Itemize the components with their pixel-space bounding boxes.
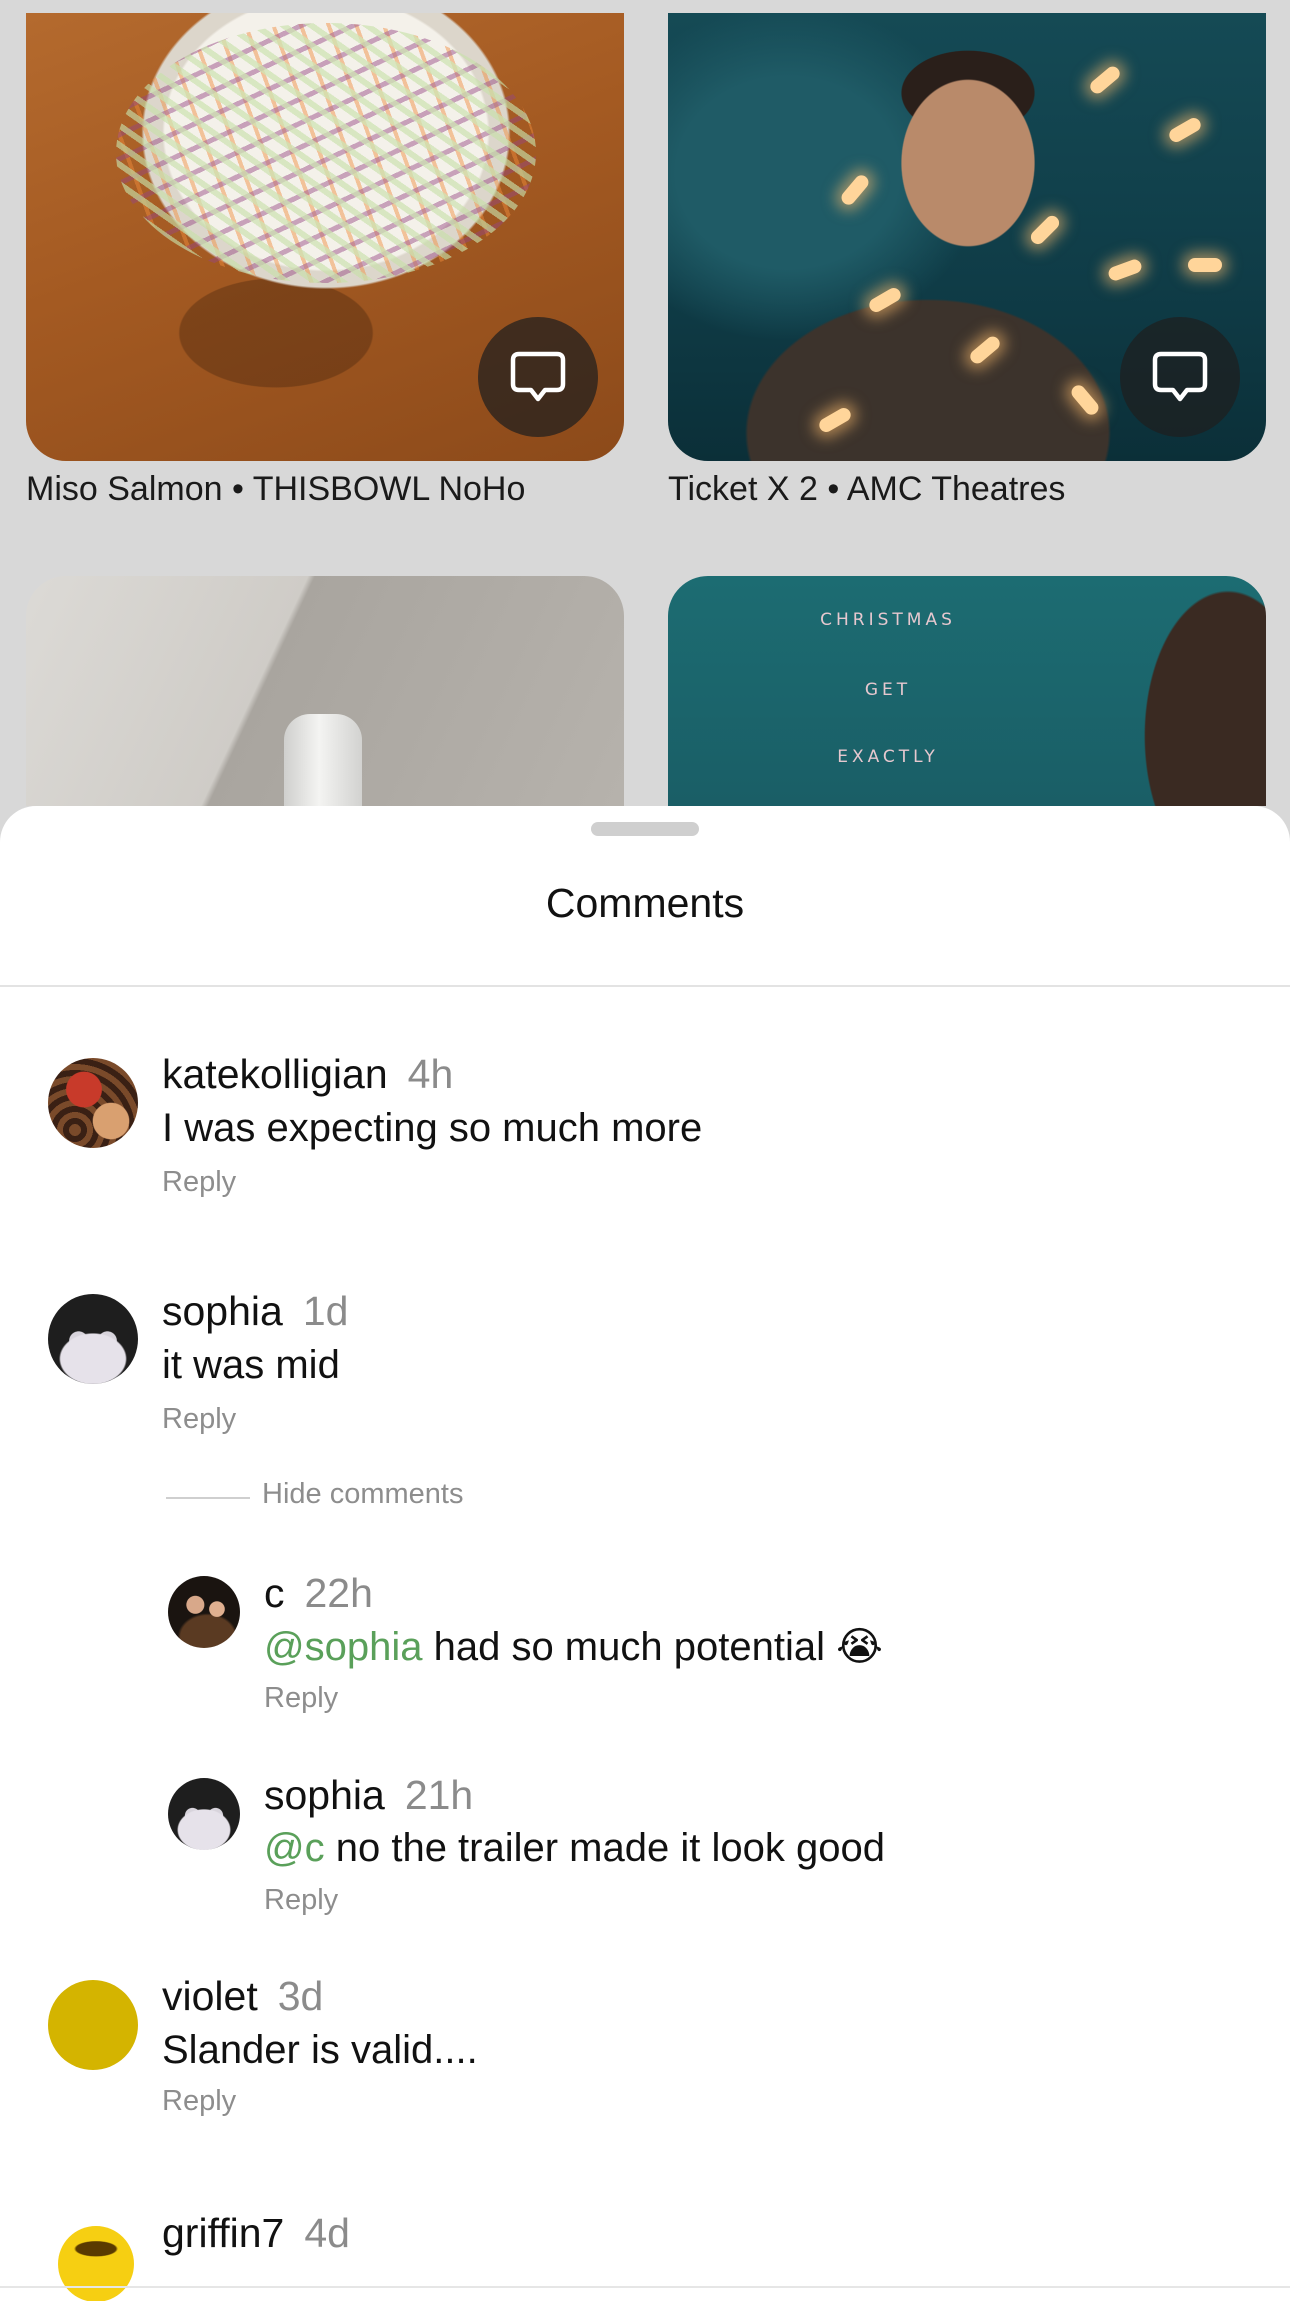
comment-text: Slander is valid....	[162, 2028, 478, 2072]
timestamp: 1d	[302, 1288, 349, 1334]
comment-text: @sophia had so much potential 😭	[264, 1624, 883, 1670]
comment-button[interactable]	[478, 317, 598, 437]
reply-button[interactable]: Reply	[162, 1403, 236, 1436]
comment-text: @c no the trailer made it look good	[264, 1826, 885, 1871]
comment-button[interactable]	[1120, 317, 1240, 437]
mention-link[interactable]: @c	[264, 1826, 325, 1870]
timestamp: 4d	[304, 2210, 350, 2256]
poster-text: GET	[864, 680, 912, 700]
timestamp: 3d	[277, 1973, 324, 2019]
miso-salmon-photo[interactable]	[26, 13, 624, 461]
comment-header: sophia 21h	[264, 1772, 473, 1819]
speech-bubble-icon	[1152, 351, 1208, 402]
comment-header: katekolligian 4h	[162, 1051, 453, 1098]
reply-button[interactable]: Reply	[264, 1682, 338, 1715]
reply-button[interactable]: Reply	[264, 1884, 338, 1917]
amc-ticket-photo[interactable]	[668, 13, 1266, 461]
card-caption[interactable]: Miso Salmon • THISBOWL NoHo	[26, 470, 525, 509]
movie-poster-photo[interactable]: CHRISTMAS GET EXACTLY	[668, 576, 1266, 806]
speech-bubble-icon	[510, 351, 566, 402]
light-spark	[866, 285, 904, 315]
divider	[0, 985, 1290, 987]
sheet-grabber[interactable]	[591, 822, 699, 836]
avatar[interactable]	[48, 1980, 138, 2070]
poster-text: CHRISTMAS	[820, 610, 956, 630]
comment-header: violet 3d	[162, 1973, 323, 2020]
username[interactable]: violet	[162, 1973, 258, 2019]
light-spark	[1068, 382, 1102, 418]
avatar[interactable]	[48, 1294, 138, 1384]
poster-text: EXACTLY	[837, 747, 939, 767]
username[interactable]: sophia	[162, 1288, 283, 1334]
comment-header: c 22h	[264, 1570, 373, 1617]
light-spark	[838, 172, 872, 208]
mention-link[interactable]: @sophia	[264, 1625, 422, 1669]
comment-header: sophia 1d	[162, 1288, 348, 1335]
comment-text: I was expecting so much more	[162, 1106, 703, 1150]
username[interactable]: griffin7	[162, 2210, 284, 2256]
light-spark	[1166, 115, 1204, 145]
bottle-photo[interactable]	[26, 576, 624, 806]
avatar[interactable]	[168, 1576, 240, 1648]
card-caption[interactable]: Ticket X 2 • AMC Theatres	[668, 470, 1065, 509]
avatar[interactable]	[48, 1058, 138, 1148]
hide-comments-button[interactable]: Hide comments	[262, 1478, 463, 1511]
comment-header: griffin7 4d	[162, 2210, 350, 2257]
light-spark	[1188, 258, 1222, 272]
bottle-shape	[284, 714, 362, 806]
sheet-title: Comments	[545, 880, 745, 926]
reply-button[interactable]: Reply	[162, 1166, 236, 1199]
reply-button[interactable]: Reply	[162, 2085, 236, 2118]
light-spark	[1087, 63, 1123, 97]
timestamp: 21h	[404, 1772, 474, 1818]
emoji-avatar[interactable]	[58, 2226, 134, 2301]
comment-body: no the trailer made it look good	[324, 1826, 885, 1870]
timestamp: 4h	[407, 1051, 454, 1097]
comments-sheet: Comments katekolligian 4h I was expecting…	[0, 806, 1290, 2301]
light-spark	[1106, 257, 1144, 283]
username[interactable]: sophia	[264, 1772, 385, 1818]
thread-line	[166, 1497, 250, 1499]
comment-text: it was mid	[162, 1343, 340, 1387]
light-spark	[1028, 213, 1062, 247]
username[interactable]: c	[264, 1570, 285, 1616]
comment-body: had so much potential 😭	[422, 1625, 883, 1669]
salad-texture	[116, 23, 536, 283]
light-spark	[967, 333, 1003, 367]
bottom-divider	[0, 2286, 1290, 2288]
light-spark	[816, 405, 854, 435]
timestamp: 22h	[304, 1570, 373, 1616]
avatar[interactable]	[168, 1778, 240, 1850]
username[interactable]: katekolligian	[162, 1051, 388, 1097]
